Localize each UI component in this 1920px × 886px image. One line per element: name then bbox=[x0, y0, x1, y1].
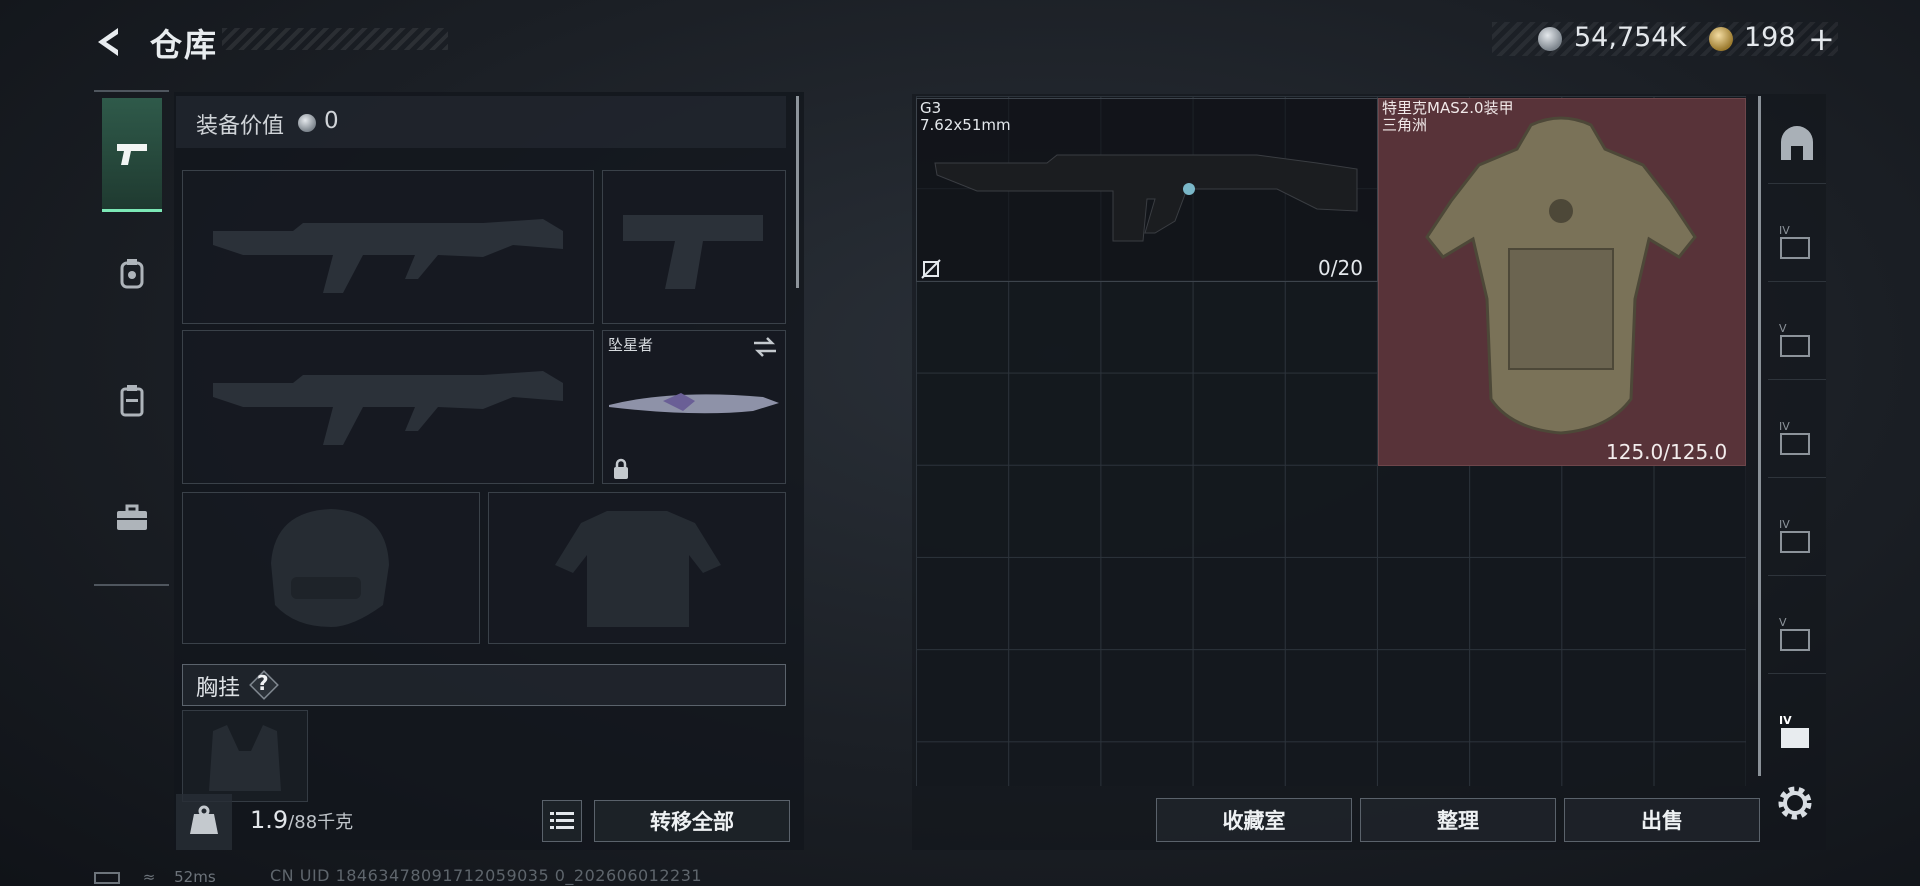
weight-icon bbox=[176, 794, 232, 850]
title-decoration bbox=[222, 28, 448, 50]
g3-title: G3 bbox=[920, 99, 942, 117]
storage-tier-icon: IV bbox=[1779, 420, 1810, 455]
stash-tab-6[interactable]: V bbox=[1768, 594, 1826, 674]
carry-weight-current: 1.9 bbox=[250, 806, 289, 834]
stash-tab-3[interactable]: V bbox=[1768, 300, 1826, 380]
armor-name: 特里克MAS2.0装甲 三角洲 bbox=[1382, 100, 1514, 134]
ping-text: 52ms bbox=[174, 868, 216, 886]
stash-tab-home[interactable] bbox=[1768, 104, 1826, 184]
storage-tier-icon: V bbox=[1779, 616, 1810, 651]
secondary-weapon-slot[interactable] bbox=[182, 330, 594, 484]
sort-button[interactable]: 整理 bbox=[1360, 798, 1556, 842]
page-title: 仓库 bbox=[150, 26, 219, 64]
stash-tab-4[interactable]: IV bbox=[1768, 398, 1826, 478]
swap-icon[interactable] bbox=[752, 336, 778, 358]
chest-rig-label: 胸挂 bbox=[196, 676, 241, 701]
helmet-placeholder-icon bbox=[271, 509, 389, 627]
battery-icon bbox=[94, 871, 120, 884]
lock-icon bbox=[614, 458, 628, 479]
weight-kg-icon bbox=[190, 805, 218, 834]
money-amount: 54,754K bbox=[1574, 22, 1687, 53]
transfer-all-button[interactable]: 转移全部 bbox=[594, 800, 790, 842]
sell-button[interactable]: 出售 bbox=[1564, 798, 1760, 842]
add-currency-button[interactable]: + bbox=[1808, 20, 1835, 58]
svg-text:V: V bbox=[1779, 616, 1787, 629]
helmet-slot[interactable] bbox=[182, 492, 480, 644]
storage-tier-icon: V bbox=[1779, 322, 1810, 357]
stash-tab-2[interactable]: IV bbox=[1768, 202, 1826, 282]
svg-text:IV: IV bbox=[1779, 714, 1792, 727]
gold-coin-icon bbox=[1709, 27, 1733, 51]
tab-gear[interactable] bbox=[102, 244, 162, 304]
pistol-icon bbox=[117, 143, 147, 165]
carry-weight-max: /88千克 bbox=[288, 812, 354, 833]
storage-tier-icon: IV bbox=[1779, 224, 1810, 259]
no-magazine-icon bbox=[921, 259, 941, 279]
token-amount: 198 bbox=[1744, 22, 1796, 53]
wifi-icon: ≈ bbox=[142, 868, 156, 886]
status-bar: ≈ 52ms bbox=[94, 868, 216, 886]
gear-kit-icon bbox=[120, 259, 144, 289]
silver-coin-icon bbox=[1538, 27, 1562, 51]
loadout-scrollbar[interactable] bbox=[796, 96, 799, 288]
armor-placeholder-icon bbox=[555, 511, 721, 627]
collection-room-button[interactable]: 收藏室 bbox=[1156, 798, 1352, 842]
tab-backpack[interactable] bbox=[102, 370, 162, 430]
g3-ammo-count: 0/20 bbox=[1318, 256, 1363, 280]
list-icon bbox=[550, 812, 574, 829]
armor-durability: 125.0/125.0 bbox=[1606, 440, 1728, 464]
svg-text:IV: IV bbox=[1779, 224, 1790, 237]
stash-scrollbar[interactable] bbox=[1758, 96, 1761, 776]
svg-text:V: V bbox=[1779, 322, 1787, 335]
briefcase-icon bbox=[117, 504, 147, 530]
value-coin-icon bbox=[298, 114, 316, 132]
storage-tier-icon: IV bbox=[1779, 714, 1809, 748]
pistol-placeholder-icon bbox=[623, 215, 763, 289]
tab-weapons[interactable] bbox=[102, 98, 162, 212]
g3-caliber: 7.62x51mm bbox=[920, 116, 1011, 134]
rifle-placeholder-icon bbox=[213, 371, 563, 445]
list-view-button[interactable] bbox=[542, 800, 582, 842]
chest-rig-slot[interactable] bbox=[182, 710, 308, 802]
primary-weapon-slot[interactable] bbox=[182, 170, 594, 324]
carry-weight: 1.9/88千克 bbox=[250, 806, 353, 834]
g3-name: G3 7.62x51mm bbox=[920, 100, 1011, 134]
chest-rig-placeholder-icon bbox=[209, 725, 281, 791]
sidearm-slot[interactable] bbox=[602, 170, 786, 324]
body-armor-slot[interactable] bbox=[488, 492, 786, 644]
uid-text: CN UID 18463478091712059035 0_2026060122… bbox=[270, 866, 703, 885]
settings-gear-icon[interactable] bbox=[1774, 782, 1816, 824]
storage-tier-icon: IV bbox=[1779, 518, 1810, 553]
backpack-icon bbox=[120, 385, 144, 417]
svg-text:IV: IV bbox=[1779, 518, 1790, 531]
stash-item-armor[interactable] bbox=[1378, 98, 1746, 466]
equipment-value-label: 装备价值 bbox=[196, 114, 285, 139]
armor-title: 特里克MAS2.0装甲 bbox=[1382, 99, 1514, 117]
tab-case[interactable] bbox=[102, 488, 162, 548]
body-armor-image bbox=[1425, 116, 1697, 435]
help-icon[interactable]: ? bbox=[257, 671, 269, 695]
melee-weapon-name: 坠星者 bbox=[608, 336, 654, 354]
rifle-placeholder-icon bbox=[213, 219, 563, 293]
back-arrow-icon[interactable] bbox=[92, 24, 128, 60]
stash-tab-5[interactable]: IV bbox=[1768, 496, 1826, 576]
armor-map: 三角洲 bbox=[1382, 116, 1428, 134]
svg-text:IV: IV bbox=[1779, 420, 1790, 433]
home-arch-icon bbox=[1781, 125, 1813, 160]
equipment-value-amount: 0 bbox=[324, 108, 339, 134]
stash-tab-7-active[interactable]: IV bbox=[1768, 692, 1826, 772]
